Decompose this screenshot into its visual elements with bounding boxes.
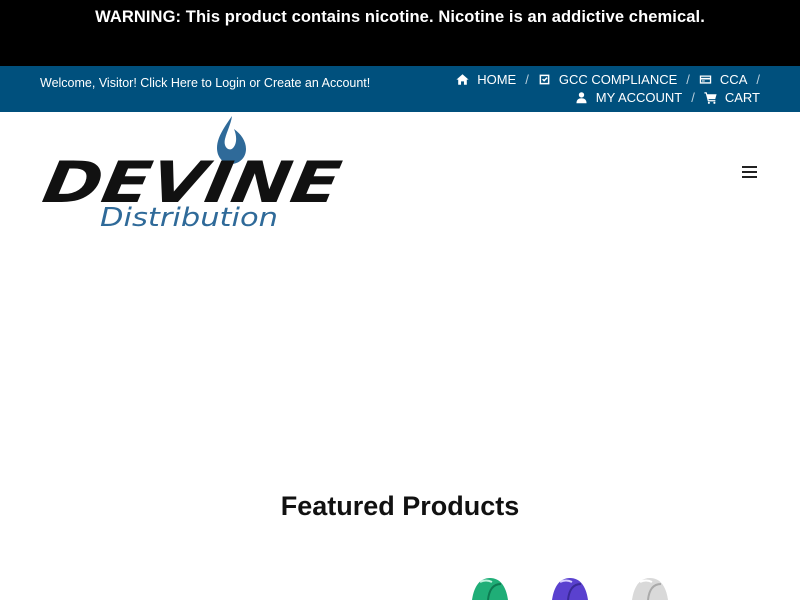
product-image-white-pouch[interactable] xyxy=(628,572,670,600)
product-image-purple-pouch[interactable] xyxy=(548,572,590,600)
user-icon xyxy=(576,92,587,104)
hamburger-menu-icon[interactable] xyxy=(740,164,760,180)
devine-distribution-logo[interactable]: DEVINE Distribution xyxy=(38,114,344,232)
nav-separator: / xyxy=(525,72,529,87)
nav-cca-link[interactable]: CCA xyxy=(699,72,747,87)
product-image-green-pouch[interactable] xyxy=(468,572,510,600)
nav-cca-label: CCA xyxy=(719,72,748,87)
top-utility-bar: Welcome, Visitor! Click Here to Login or… xyxy=(0,66,800,112)
nav-separator: / xyxy=(691,90,695,105)
nav-separator: / xyxy=(686,72,690,87)
nicotine-warning-bar: WARNING: This product contains nicotine.… xyxy=(0,0,800,66)
home-icon xyxy=(456,74,469,85)
checkbox-icon xyxy=(539,74,550,85)
logo-tagline: Distribution xyxy=(100,203,278,232)
nicotine-warning-text: WARNING: This product contains nicotine.… xyxy=(95,8,705,26)
nav-cart-label: CART xyxy=(724,90,760,105)
nav-cart-link[interactable]: CART xyxy=(704,90,760,105)
card-icon xyxy=(699,75,712,84)
welcome-login-link[interactable]: Welcome, Visitor! Click Here to Login or… xyxy=(40,76,370,90)
nav-home-link[interactable]: HOME xyxy=(456,72,516,87)
nav-my-account-label: MY ACCOUNT xyxy=(595,90,683,105)
nav-gcc-compliance-label: GCC COMPLIANCE xyxy=(558,72,678,87)
nav-gcc-compliance-link[interactable]: GCC COMPLIANCE xyxy=(538,72,677,87)
utility-nav-row-2: MY ACCOUNT / CART xyxy=(575,90,760,105)
featured-products-row xyxy=(0,572,800,600)
featured-products-heading: Featured Products xyxy=(280,491,520,521)
nav-separator: / xyxy=(756,72,760,87)
nav-my-account-link[interactable]: MY ACCOUNT xyxy=(575,90,682,105)
nav-home-label: HOME xyxy=(477,72,517,87)
cart-icon xyxy=(704,92,717,104)
main-header: DEVINE Distribution xyxy=(0,112,800,242)
utility-nav-row-1: HOME / GCC COMPLIANCE / CCA / xyxy=(456,72,760,87)
